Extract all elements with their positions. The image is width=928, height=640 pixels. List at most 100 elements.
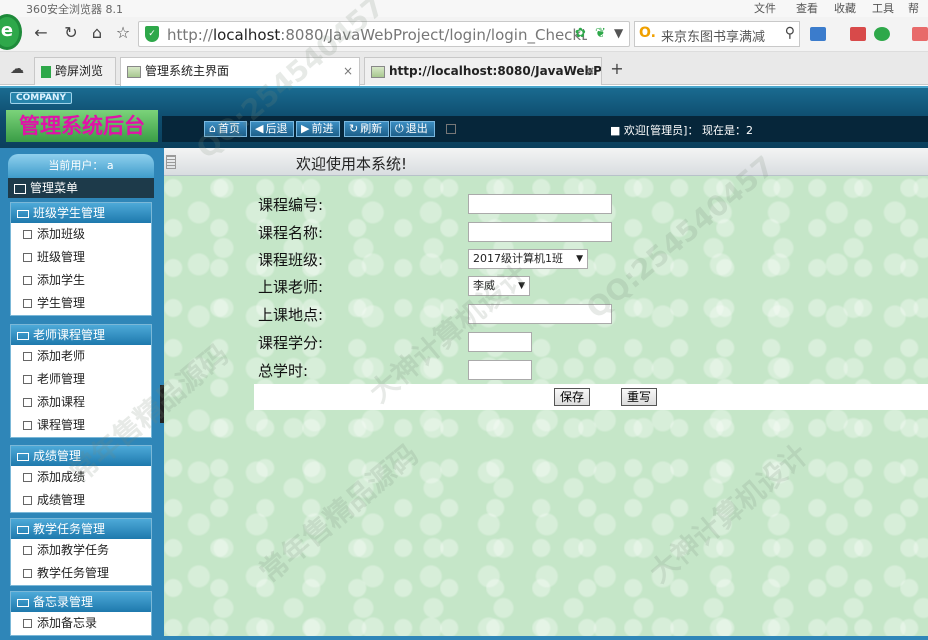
back-button[interactable]: ◀ 后退 [250,121,295,137]
sidebar-item-add-course[interactable]: 添加课程 [11,391,151,414]
group-header[interactable]: 教学任务管理 [11,519,151,539]
item-label: 班级管理 [37,250,86,264]
search-input[interactable]: 来京东图书享满减 [661,26,779,45]
reset-button[interactable]: 重写 [621,388,657,406]
tab-bar: ☁ 跨屏浏览 管理系统主界面 × http://localhost:8080/J… [0,52,928,86]
sidebar-item-add-memo[interactable]: 添加备忘录 [11,612,151,635]
tab-localhost[interactable]: http://localhost:8080/JavaWebPr × [364,57,602,85]
main-header: 欢迎使用本系统! [164,148,928,176]
doc-icon [23,569,32,578]
menu-tools[interactable]: 工具 [872,0,894,16]
course-name-label: 课程名称: [258,224,324,242]
sidebar-item-add-class[interactable]: 添加班级 [11,223,151,246]
refresh-button[interactable]: ↻ 刷新 [344,121,390,137]
sidebar-item-student-manage[interactable]: 学生管理 [11,292,151,315]
back-icon[interactable]: ← [30,22,52,44]
company-logo: COMPANY [10,92,72,104]
address-bar[interactable]: ✓ http://localhost:8080/JavaWebProject/l… [138,21,630,47]
item-label: 添加备忘录 [37,616,98,630]
home-icon[interactable]: ⌂ [86,22,108,44]
doc-icon [23,375,32,384]
grip-icon [446,124,456,134]
sidebar-item-class-manage[interactable]: 班级管理 [11,246,151,269]
item-label: 添加成绩 [37,470,86,484]
teacher-select[interactable]: 李威 ▼ [468,276,530,296]
sidebar-item-add-teacher[interactable]: 添加老师 [11,345,151,368]
menu-favorites[interactable]: 收藏 [834,0,856,16]
credit-input[interactable] [468,332,532,352]
sidebar-item-teacher-manage[interactable]: 老师管理 [11,368,151,391]
refresh-icon[interactable]: ↻ [60,22,82,44]
doc-icon [23,546,32,555]
grid-icon [14,183,26,194]
logout-label: 退出 [405,122,428,135]
course-class-label: 课程班级: [258,251,324,269]
address-url: http://localhost:8080/JavaWebProject/log… [167,26,587,44]
save-button[interactable]: 保存 [554,388,590,406]
tab-label: 管理系统主界面 [145,64,230,78]
sidebar-item-add-student[interactable]: 添加学生 [11,269,151,292]
course-class-select[interactable]: 2017级计算机1班 ▼ [468,249,588,269]
extension-icon[interactable] [912,27,928,41]
search-box[interactable]: O. 来京东图书享满减 ⚲ [634,21,800,47]
home-button[interactable]: ⌂ 首页 [204,121,247,137]
close-icon[interactable]: × [343,58,353,84]
doc-icon [23,496,32,505]
page-icon [371,65,385,78]
app-footer-strip [0,636,928,640]
tab-cross-screen[interactable]: 跨屏浏览 [34,57,116,85]
page-icon [127,65,141,78]
shield-icon: ✓ [145,26,159,42]
group-header[interactable]: 老师课程管理 [11,325,151,345]
group-header[interactable]: 备忘录管理 [11,592,151,612]
doc-icon [23,398,32,407]
security-icon[interactable] [874,27,890,41]
group-header[interactable]: 成绩管理 [11,446,151,466]
menu-file[interactable]: 文件 [754,0,776,16]
item-label: 添加班级 [37,227,86,241]
course-no-label: 课程编号: [258,196,324,214]
folder-icon [17,209,29,218]
mail-icon[interactable] [850,27,866,41]
group-header[interactable]: 班级学生管理 [11,203,151,223]
group-title: 班级学生管理 [33,206,106,220]
recycle-icon[interactable]: ✿ [575,26,586,41]
arrow-left-icon: ◀ [255,122,264,135]
browser-nav-bar: ← ↻ ⌂ ☆ ✓ http://localhost:8080/JavaWebP… [0,17,928,52]
course-name-input[interactable] [468,222,612,242]
search-icon[interactable]: ⚲ [785,25,795,41]
tab-main-ui[interactable]: 管理系统主界面 × [120,57,360,86]
sidebar-item-add-score[interactable]: 添加成绩 [11,466,151,489]
doc-icon [23,352,32,361]
sidebar-item-task-manage[interactable]: 教学任务管理 [11,562,151,585]
chevron-down-icon[interactable]: ▼ [614,26,623,40]
teacher-label: 上课老师: [258,278,324,296]
group-title: 教学任务管理 [33,522,106,536]
group-teacher-course: 老师课程管理 添加老师 老师管理 添加课程 课程管理 [10,324,152,438]
place-input[interactable] [468,304,612,324]
item-label: 课程管理 [37,418,86,432]
logout-button[interactable]: ⏻ 退出 [390,121,435,137]
sidebar-item-add-task[interactable]: 添加教学任务 [11,539,151,562]
sidebar-item-course-manage[interactable]: 课程管理 [11,414,151,437]
doc-icon [23,299,32,308]
close-icon[interactable]: × [585,58,595,84]
tab-label: 跨屏浏览 [55,64,104,78]
sidebar-item-score-manage[interactable]: 成绩管理 [11,489,151,512]
chevron-down-icon: ▼ [576,254,583,264]
doc-icon [23,276,32,285]
place-label: 上课地点: [258,306,324,324]
home-icon: ⌂ [209,122,216,135]
hours-input[interactable] [468,360,532,380]
apps-icon[interactable] [810,27,826,41]
star-icon[interactable]: ☆ [112,22,134,44]
credit-label: 课程学分: [258,334,324,352]
refresh-label: 刷新 [360,122,383,135]
forward-button[interactable]: ▶ 前进 [296,121,341,137]
menu-view[interactable]: 查看 [796,0,818,16]
select-value: 李威 [473,279,495,292]
new-tab-icon[interactable]: + [606,58,628,80]
leaf-icon[interactable]: ❦ [595,26,606,41]
course-no-input[interactable] [468,194,612,214]
cloud-icon[interactable]: ☁ [6,58,28,80]
